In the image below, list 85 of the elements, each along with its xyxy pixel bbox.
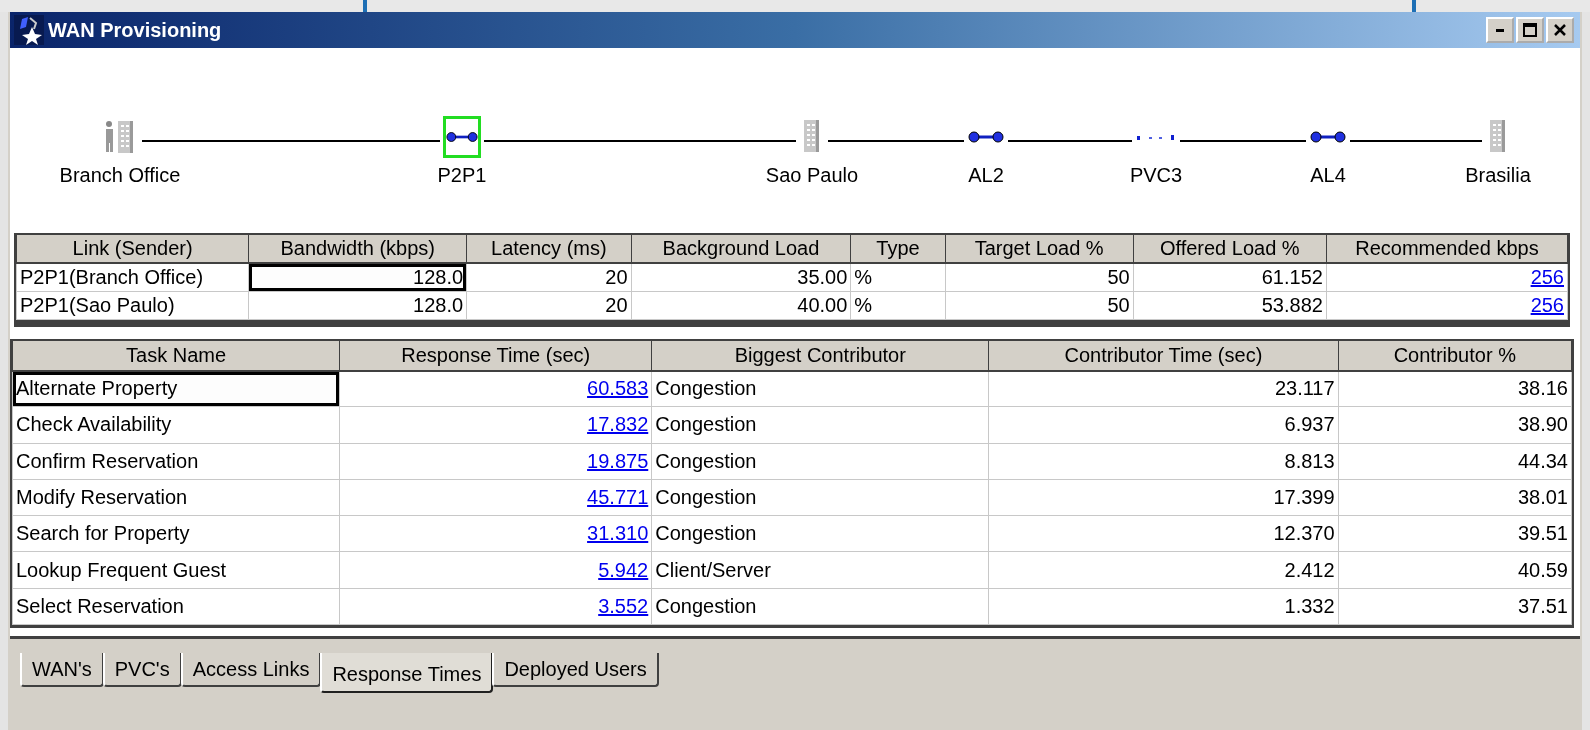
- tab[interactable]: Response Times: [320, 653, 494, 694]
- link-icon: [1310, 130, 1346, 144]
- table-cell: Congestion: [651, 443, 989, 480]
- column-header[interactable]: Contributor %: [1338, 340, 1572, 371]
- table-cell: Congestion: [651, 588, 989, 625]
- table-cell: 38.16: [1338, 370, 1572, 407]
- table-cell: Congestion: [651, 479, 989, 516]
- table-cell: 50: [945, 291, 1134, 319]
- column-header[interactable]: Recommended kbps: [1326, 235, 1568, 263]
- table-cell: 44.34: [1338, 443, 1572, 480]
- maximize-button[interactable]: [1516, 17, 1544, 43]
- table-cell: Congestion: [651, 515, 989, 552]
- table-cell: 128.0: [248, 291, 467, 319]
- table-cell: Congestion: [651, 406, 989, 444]
- column-header[interactable]: Biggest Contributor: [651, 340, 989, 371]
- close-button[interactable]: [1546, 17, 1574, 43]
- window-title: WAN Provisioning: [48, 18, 223, 42]
- table-cell: Modify Reservation: [12, 479, 340, 516]
- table-cell: 39.51: [1338, 515, 1572, 552]
- table-cell: 35.00: [631, 263, 851, 291]
- value-link[interactable]: 60.583: [587, 377, 649, 400]
- value-link[interactable]: 19.875: [587, 449, 649, 472]
- tab[interactable]: Deployed Users: [492, 653, 659, 688]
- building-icon: [1488, 120, 1508, 154]
- table-cell: 50: [945, 263, 1134, 291]
- table-cell: %: [850, 263, 946, 291]
- column-header[interactable]: Bandwidth (kbps): [248, 235, 467, 263]
- table-cell: 23.117: [988, 370, 1339, 407]
- table-cell: 20: [466, 291, 632, 319]
- table-cell: 1.332: [988, 588, 1339, 625]
- value-link[interactable]: 17.832: [587, 413, 649, 436]
- table-cell: %: [850, 291, 946, 319]
- table-cell: Congestion: [651, 370, 989, 407]
- table-cell: 20: [466, 263, 632, 291]
- column-header[interactable]: Contributor Time (sec): [988, 340, 1339, 371]
- value-link[interactable]: 5.942: [598, 558, 649, 581]
- building-icon: [802, 120, 822, 154]
- column-header[interactable]: Offered Load %: [1133, 235, 1327, 263]
- link-icon: [968, 130, 1004, 144]
- table-cell: Search for Property: [12, 515, 340, 552]
- app-icon: [14, 15, 44, 45]
- table-cell: 17.399: [988, 479, 1339, 516]
- table-cell: 6.937: [988, 406, 1339, 444]
- tab[interactable]: Access Links: [180, 653, 322, 688]
- table-cell: 40.00: [631, 291, 851, 319]
- table-cell: 37.51: [1338, 588, 1572, 625]
- table-cell[interactable]: Alternate Property: [12, 370, 340, 407]
- value-link[interactable]: 3.552: [598, 594, 649, 617]
- table-cell: 38.90: [1338, 406, 1572, 444]
- tab[interactable]: PVC's: [102, 653, 182, 688]
- table-cell: 12.370: [988, 515, 1339, 552]
- table-cell: 38.01: [1338, 479, 1572, 516]
- minimize-icon: [1496, 28, 1504, 32]
- table-cell: 40.59: [1338, 552, 1572, 589]
- dotted-link-icon: [1136, 133, 1176, 141]
- table-cell: Select Reservation: [12, 588, 340, 625]
- column-header[interactable]: Response Time (sec): [339, 340, 652, 371]
- selection-frame[interactable]: [443, 116, 481, 158]
- table-cell: P2P1(Branch Office): [16, 263, 249, 291]
- column-header[interactable]: Link (Sender): [16, 235, 249, 263]
- table-cell: 2.412: [988, 552, 1339, 589]
- column-header[interactable]: Task Name: [12, 340, 340, 371]
- close-icon: [1553, 23, 1567, 37]
- table-cell: P2P1(Sao Paulo): [16, 291, 249, 319]
- value-link[interactable]: 45.771: [587, 486, 649, 509]
- tab[interactable]: WAN's: [20, 653, 104, 688]
- value-link[interactable]: 256: [1530, 293, 1564, 316]
- minimize-button[interactable]: [1486, 17, 1514, 43]
- column-header[interactable]: Background Load: [631, 235, 851, 263]
- table-cell[interactable]: 128.0: [248, 263, 467, 291]
- column-header[interactable]: Type: [850, 235, 946, 263]
- table-cell: 61.152: [1133, 263, 1327, 291]
- column-header[interactable]: Latency (ms): [466, 235, 632, 263]
- value-link[interactable]: 256: [1530, 265, 1564, 288]
- table-cell: 53.882: [1133, 291, 1327, 319]
- column-header[interactable]: Target Load %: [945, 235, 1134, 263]
- link-icon: [446, 130, 478, 144]
- table-cell: Client/Server: [651, 552, 989, 589]
- table-cell: Lookup Frequent Guest: [12, 552, 340, 589]
- table-cell: 8.813: [988, 443, 1339, 480]
- table-cell: Confirm Reservation: [12, 443, 340, 480]
- value-link[interactable]: 31.310: [587, 522, 649, 545]
- maximize-icon: [1523, 23, 1537, 37]
- office-building-icon: [105, 120, 135, 154]
- table-cell: Check Availability: [12, 406, 340, 444]
